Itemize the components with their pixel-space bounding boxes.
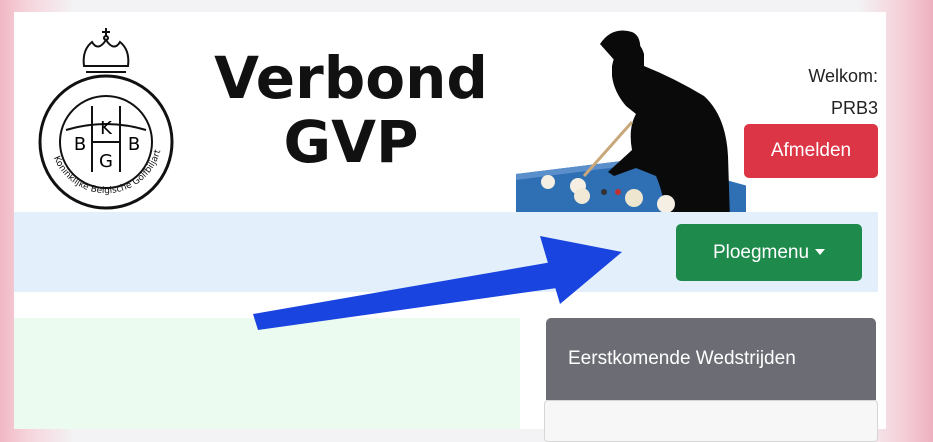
crown-icon <box>82 28 130 73</box>
site-title-line1: Verbond <box>214 44 488 112</box>
welcome-label: Welkom: <box>808 66 878 86</box>
logo-letter-g: G <box>99 151 113 172</box>
site-title-line2: GVP <box>283 108 419 176</box>
welcome-block: Welkom: PRB3 <box>808 60 878 124</box>
logo-letter-b-left: B <box>74 134 86 155</box>
billiards-player-image <box>516 30 746 220</box>
caret-down-icon <box>815 249 826 256</box>
upcoming-matches-header: Eerstkomende Wedstrijden <box>546 318 876 400</box>
team-menu-label: Ploegmenu <box>712 241 810 263</box>
main-content-panel <box>14 318 520 429</box>
navbar: Ploegmenu <box>14 212 878 292</box>
username: PRB3 <box>830 98 878 118</box>
site-title: Verbond GVP <box>206 46 496 174</box>
page: K B B G Koninklijke Belgische Golfbiljar… <box>14 12 886 442</box>
kbgb-logo: K B B G Koninklijke Belgische Golfbiljar… <box>36 22 174 210</box>
logout-button[interactable]: Afmelden <box>744 124 878 178</box>
logo-letter-b-right: B <box>128 134 140 155</box>
upcoming-matches-body <box>544 400 878 442</box>
team-menu-dropdown-button[interactable]: Ploegmenu <box>676 224 862 281</box>
logo-letter-k: K <box>100 118 113 139</box>
